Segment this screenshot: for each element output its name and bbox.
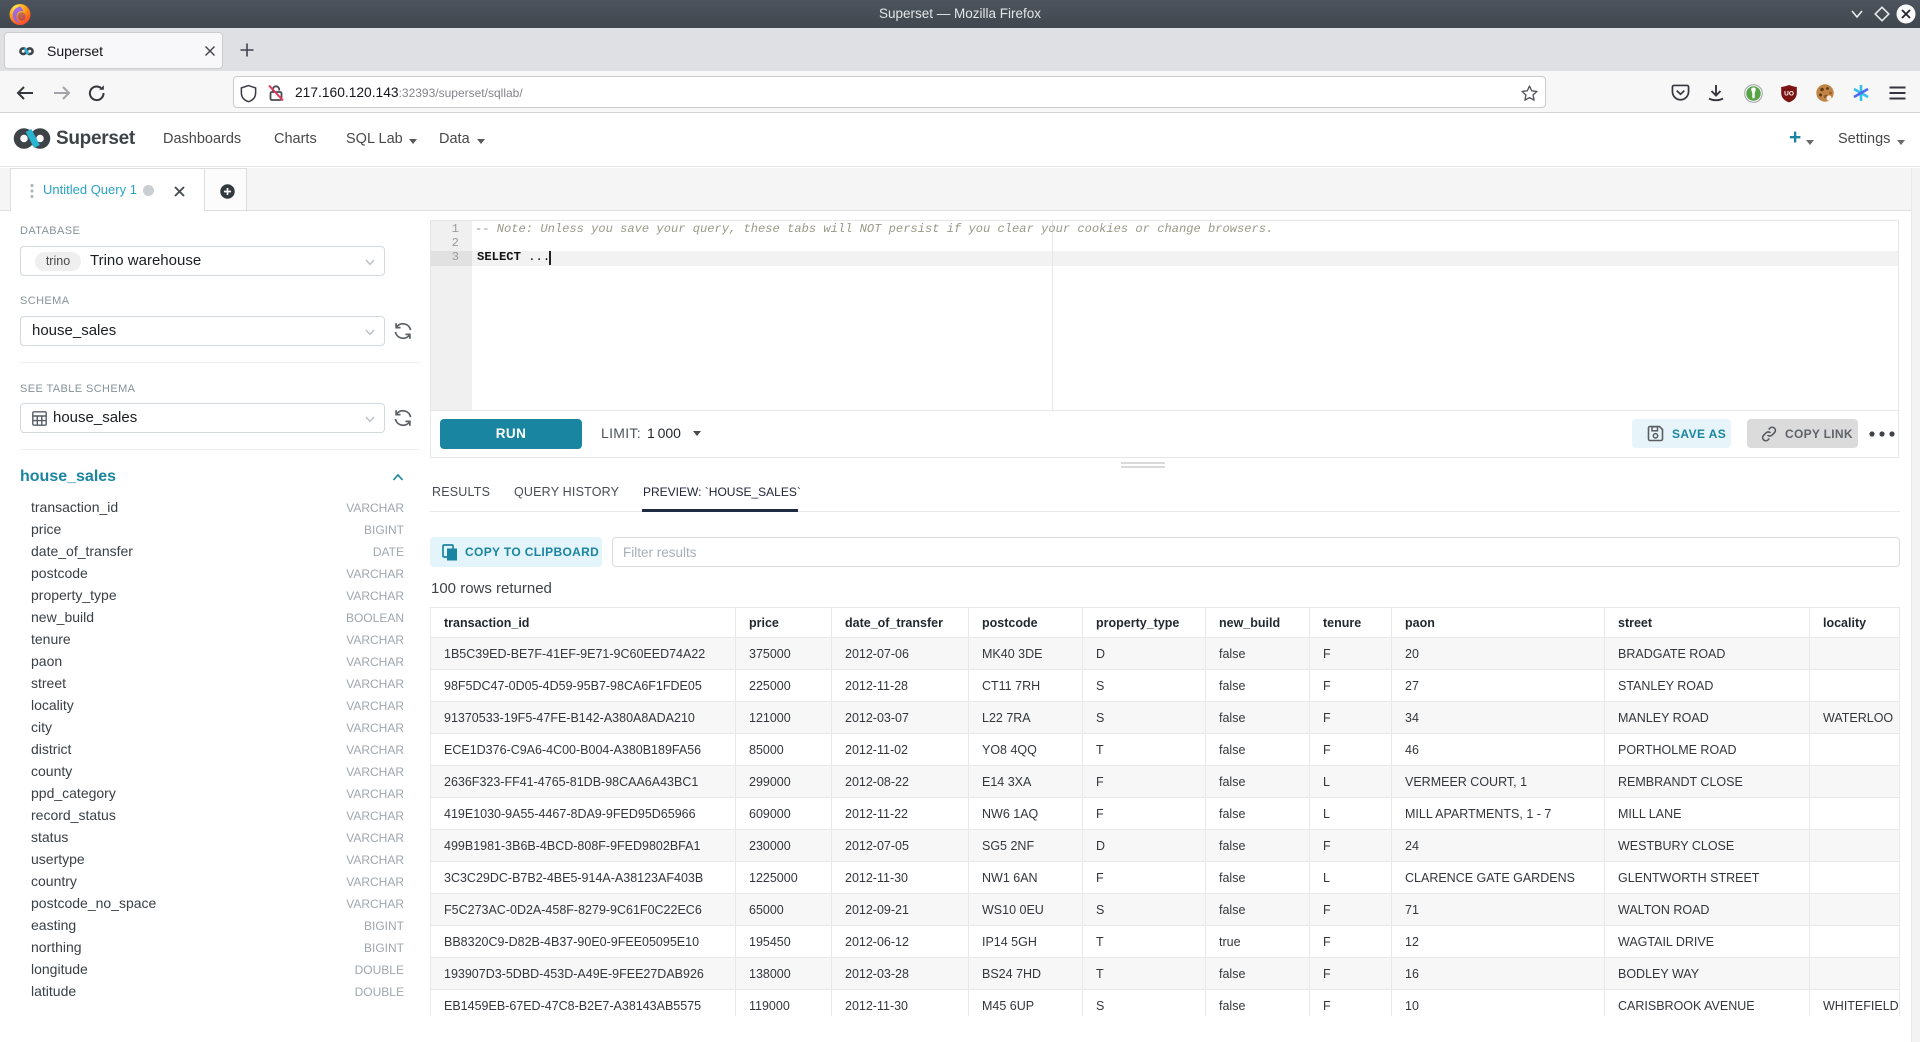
svg-text:UO: UO (1784, 91, 1794, 98)
